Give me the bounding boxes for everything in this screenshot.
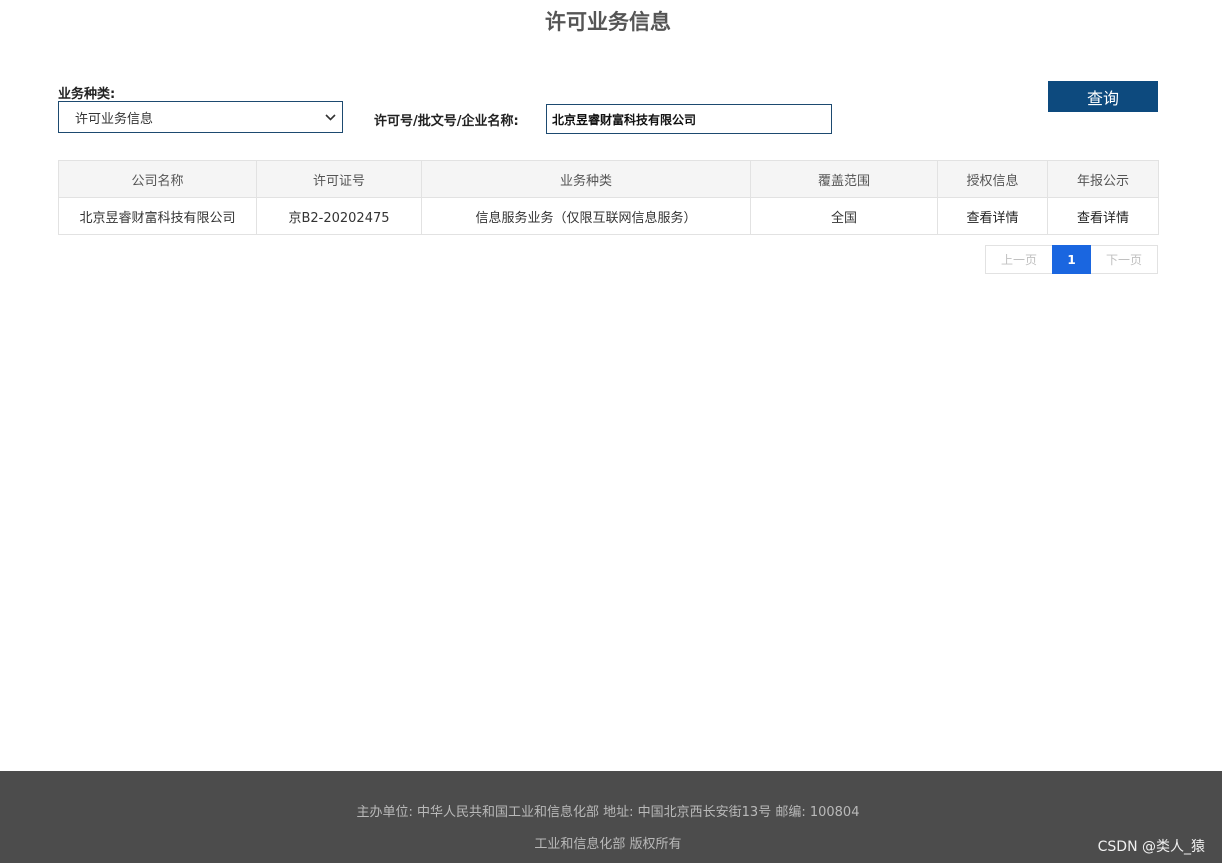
category-select-value: 许可业务信息	[75, 111, 154, 127]
header-license-no: 许可证号	[256, 160, 422, 198]
cell-coverage: 全国	[750, 197, 938, 235]
search-input[interactable]	[546, 104, 832, 134]
table-header-row: 公司名称 许可证号 业务种类 覆盖范围 授权信息 年报公示	[58, 160, 1159, 198]
prev-page-button[interactable]: 上一页	[985, 245, 1052, 274]
search-label: 许可号/批文号/企业名称:	[374, 114, 519, 129]
page-title: 许可业务信息	[545, 10, 671, 34]
query-button[interactable]: 查询	[1048, 81, 1158, 112]
footer-sponsor-info: 主办单位: 中华人民共和国工业和信息化部 地址: 中国北京西长安街13号 邮编:…	[356, 805, 860, 820]
header-company-name: 公司名称	[58, 160, 257, 198]
footer-copyright: 工业和信息化部 版权所有	[534, 837, 682, 852]
chevron-down-icon	[318, 111, 342, 124]
table-row: 北京昱睿财富科技有限公司 京B2-20202475 信息服务业务（仅限互联网信息…	[58, 197, 1159, 235]
header-coverage: 覆盖范围	[750, 160, 938, 198]
cell-business-type: 信息服务业务（仅限互联网信息服务）	[421, 197, 751, 235]
cell-license-no: 京B2-20202475	[256, 197, 422, 235]
header-authorization: 授权信息	[937, 160, 1048, 198]
header-business-type: 业务种类	[421, 160, 751, 198]
csdn-watermark: CSDN @类人_猿	[1097, 839, 1205, 855]
cell-company-name: 北京昱睿财富科技有限公司	[58, 197, 257, 235]
pagination: 上一页 1 下一页	[985, 245, 1158, 274]
category-select[interactable]: 许可业务信息	[58, 101, 343, 133]
header-annual-report: 年报公示	[1047, 160, 1159, 198]
annual-report-details-link[interactable]: 查看详情	[1047, 197, 1159, 235]
footer: 主办单位: 中华人民共和国工业和信息化部 地址: 中国北京西长安街13号 邮编:…	[0, 771, 1222, 863]
page-1-button[interactable]: 1	[1052, 245, 1091, 274]
next-page-button[interactable]: 下一页	[1091, 245, 1158, 274]
authorization-details-link[interactable]: 查看详情	[937, 197, 1048, 235]
results-table: 公司名称 许可证号 业务种类 覆盖范围 授权信息 年报公示 北京昱睿财富科技有限…	[58, 160, 1159, 235]
category-label: 业务种类:	[58, 87, 116, 102]
